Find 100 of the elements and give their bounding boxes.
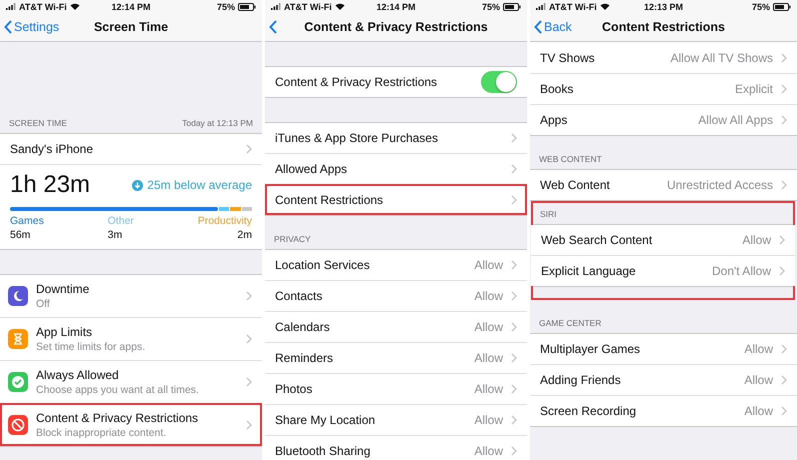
chevron-icon [781, 344, 787, 354]
battery-percent: 75% [216, 2, 235, 12]
row-label: iTunes & App Store Purchases [275, 131, 439, 145]
row-label: Photos [275, 382, 314, 396]
battery-percent: 75% [482, 2, 500, 12]
chevron-icon [246, 144, 252, 154]
category-name: Productivity [198, 215, 252, 227]
row-label: Bluetooth Sharing [275, 444, 372, 458]
row-label: Content Restrictions [275, 193, 384, 207]
status-time: 12:14 PM [111, 2, 151, 12]
row-subtitle: Block inappropriate content. [36, 427, 168, 439]
row-label: Content & Privacy Restrictions [36, 411, 200, 425]
chevron-icon [511, 291, 517, 301]
chevron-icon [246, 420, 252, 430]
chevron-icon [246, 334, 252, 344]
chevron-icon [246, 377, 252, 387]
category-name: Other [108, 215, 134, 227]
back-button[interactable] [269, 20, 277, 34]
chevron-icon [781, 180, 787, 190]
chevron-icon [779, 266, 785, 276]
row-value: Allow [474, 351, 503, 365]
row-label: Explicit Language [541, 264, 637, 278]
carrier-name: AT&T Wi-Fi [549, 2, 597, 12]
row-label: Calendars [275, 320, 331, 334]
battery-percent: 75% [752, 2, 770, 12]
chevron-icon [781, 53, 787, 63]
row-label: App Limits [36, 325, 94, 339]
section-header: PRIVACY [274, 234, 311, 244]
row-value: Allow [474, 289, 503, 303]
category-time: 56m [10, 229, 30, 241]
chevron-icon [511, 260, 517, 270]
moon-icon [13, 291, 23, 301]
row-label: Adding Friends [540, 373, 622, 387]
row-label: Web Content [540, 178, 611, 192]
usage-comparison: 25m below average [132, 178, 252, 192]
row-label: Multiplayer Games [540, 342, 642, 356]
row-value: Explicit [734, 82, 773, 96]
row-label: Web Search Content [541, 233, 654, 247]
chevron-icon [779, 235, 785, 245]
carrier-name: AT&T Wi-Fi [284, 2, 332, 12]
row-label: Screen Recording [540, 404, 638, 418]
settings-row[interactable]: Web Search Content Allow [531, 225, 795, 255]
row-label: TV Shows [540, 51, 596, 65]
row-value: Allow [744, 342, 773, 356]
status-time: 12:13 PM [644, 2, 684, 12]
chevron-icon [246, 291, 252, 301]
signal-icon [271, 3, 281, 10]
section-header: WEB CONTENT [539, 154, 602, 164]
settings-row[interactable]: Content & Privacy Restrictions Block inappropriate content. [0, 403, 262, 446]
hourglass-icon [13, 333, 23, 345]
row-label: Content & Privacy Restrictions [275, 75, 438, 89]
row-subtitle: Off [36, 298, 51, 310]
row-value: Allow All Apps [698, 113, 773, 127]
category-time: 2m [237, 229, 252, 241]
chevron-icon [511, 164, 517, 174]
chevron-icon [781, 406, 787, 416]
back-chevron-icon [4, 20, 12, 34]
battery-icon [238, 2, 256, 10]
chevron-icon [511, 384, 517, 394]
row-value: Allow [742, 233, 771, 247]
chevron-icon [511, 195, 517, 205]
row-value: Allow [474, 258, 503, 272]
wifi-icon [334, 3, 345, 10]
screen-title: Content Restrictions [602, 20, 725, 34]
signal-icon [536, 3, 546, 10]
row-value: Allow [474, 413, 503, 427]
chevron-icon [781, 115, 787, 125]
category-time: 3m [108, 229, 122, 241]
chevron-icon [511, 415, 517, 425]
status-time: 12:14 PM [376, 2, 416, 12]
chevron-icon [781, 84, 787, 94]
toggle-switch[interactable] [481, 71, 517, 93]
back-chevron-icon [534, 20, 542, 34]
row-value: Allow All TV Shows [670, 51, 773, 65]
category-name: Games [10, 215, 44, 227]
battery-icon [503, 2, 521, 10]
usage-total: 1h 23m [10, 171, 90, 199]
row-label: Allowed Apps [275, 162, 348, 176]
row-label: Contacts [275, 289, 324, 303]
wifi-icon [70, 3, 80, 10]
row-value: Allow [744, 404, 773, 418]
row-value: Allow [474, 444, 503, 458]
settings-row[interactable]: Content Restrictions [265, 184, 527, 215]
chevron-icon [781, 375, 787, 385]
row-value: Allow [474, 382, 503, 396]
settings-row[interactable]: Bluetooth Sharing Allow [265, 435, 527, 460]
row-label: Always Allowed [36, 368, 120, 382]
row-subtitle: Set time limits for apps. [36, 341, 146, 353]
row-value: Allow [474, 320, 503, 334]
row-value: Unrestricted Access [666, 178, 773, 192]
screen-title: Screen Time [94, 20, 168, 34]
section-header: SCREEN TIME [9, 118, 67, 128]
back-button[interactable]: Back [534, 20, 572, 34]
section-header: SIRI [540, 209, 557, 219]
back-button[interactable]: Settings [4, 20, 60, 34]
battery-icon [773, 2, 791, 10]
chevron-icon [511, 353, 517, 363]
chevron-icon [511, 322, 517, 332]
settings-row[interactable]: Explicit Language Don't Allow [531, 255, 795, 286]
section-header: GAME CENTER [539, 318, 602, 328]
